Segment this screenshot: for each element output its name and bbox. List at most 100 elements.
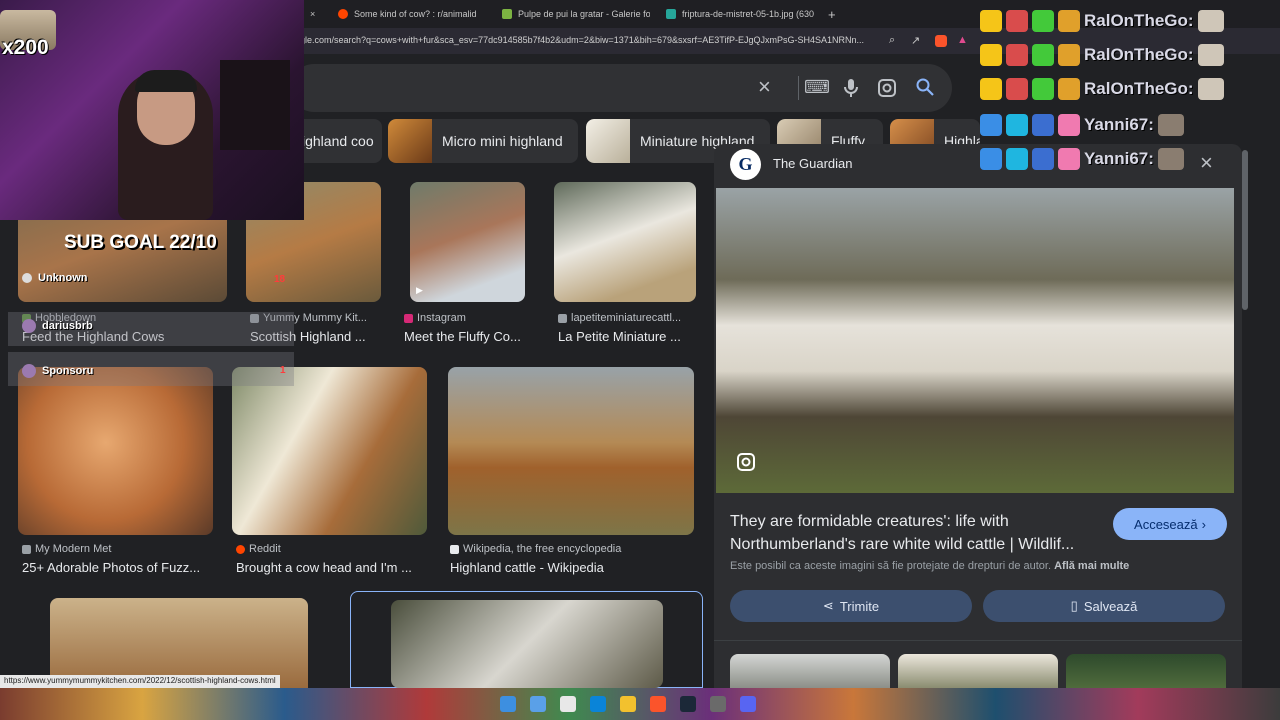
tab-reddit[interactable]: Some kind of cow? : r/animalid — [338, 4, 488, 24]
play-icon: ▶ — [416, 285, 423, 295]
multiplier-label: x200 — [2, 36, 49, 59]
discord-icon[interactable] — [740, 696, 756, 712]
badge-icon — [1006, 114, 1028, 136]
chat-message: Yanni67: — [980, 146, 1184, 172]
tab-friptura[interactable]: friptura-de-mistret-05-1b.jpg (630×4 — [666, 4, 814, 24]
learn-more-link[interactable]: Află mai multe — [1054, 560, 1129, 572]
chip-thumbnail — [586, 119, 630, 163]
preview-image[interactable] — [716, 188, 1234, 493]
gift-icon — [1058, 148, 1080, 170]
search-icon[interactable] — [916, 78, 934, 96]
lens-icon[interactable] — [736, 452, 756, 472]
result-source[interactable]: Instagram — [404, 312, 466, 324]
save-button[interactable]: ▯ Salvează — [983, 590, 1225, 622]
search-icon[interactable] — [530, 696, 546, 712]
badge-count: 1 — [280, 365, 286, 376]
avatar-emote — [1157, 114, 1184, 136]
image-icon — [666, 9, 676, 19]
visit-button[interactable]: Accesează › — [1113, 508, 1227, 540]
lens-icon[interactable] — [878, 79, 896, 97]
edge-icon[interactable] — [590, 696, 606, 712]
result-image[interactable] — [232, 367, 427, 535]
user-icon — [22, 273, 32, 283]
url-text[interactable]: gle.com/search?q=cows+with+fur&sca_esv=7… — [300, 35, 864, 45]
streamer-cap — [135, 70, 197, 92]
app-icon[interactable] — [710, 696, 726, 712]
scrollbar[interactable] — [1242, 150, 1248, 310]
result-image[interactable] — [18, 367, 213, 535]
bookmark-icon: ▯ — [1070, 598, 1078, 613]
result-source[interactable]: Reddit — [236, 543, 281, 555]
guardian-logo: G — [730, 149, 761, 180]
wikipedia-icon — [450, 544, 459, 554]
rewards-icon[interactable]: ▲ — [957, 34, 968, 46]
cat-emote — [1197, 78, 1224, 100]
selected-result[interactable] — [350, 591, 703, 688]
brave-shield-icon[interactable] — [935, 35, 947, 47]
close-tab-icon[interactable]: × — [310, 4, 315, 24]
emote-icon — [1006, 10, 1028, 32]
related-image[interactable] — [730, 654, 890, 688]
panel-title[interactable]: They are formidable creatures': life wit… — [730, 510, 1100, 556]
share-button[interactable]: ⋖ Trimite — [730, 590, 972, 622]
related-image[interactable] — [898, 654, 1058, 688]
result-image[interactable] — [554, 182, 696, 302]
brave-icon[interactable] — [650, 696, 666, 712]
badge-icon — [1058, 10, 1080, 32]
result-source[interactable]: lapetiteminiaturecattl... — [558, 312, 698, 324]
crown-icon — [980, 44, 1002, 66]
divider — [714, 640, 1242, 641]
sponsor-label: Sponsoru — [22, 364, 93, 378]
reddit-icon — [338, 9, 348, 19]
windows-start-icon[interactable] — [500, 696, 516, 712]
search-box[interactable]: × ⌨ — [290, 64, 952, 112]
share-icon[interactable]: ↗ — [911, 34, 920, 47]
mic-icon[interactable] — [843, 78, 859, 98]
new-tab-button[interactable]: + — [828, 4, 836, 24]
clear-icon[interactable]: × — [758, 74, 771, 100]
darius-label: dariusbrb — [22, 319, 93, 333]
panel-source[interactable]: The Guardian — [773, 156, 853, 171]
result-source[interactable]: Wikipedia, the free encyclopedia — [450, 543, 621, 555]
related-image[interactable] — [1066, 654, 1226, 688]
result-title[interactable]: Highland cattle - Wikipedia — [450, 560, 690, 575]
result-source[interactable]: My Modern Met — [22, 543, 111, 555]
cat-emote — [1197, 10, 1224, 32]
close-icon[interactable]: × — [1200, 150, 1213, 176]
result-title[interactable]: Brought a cow head and I'm ... — [236, 560, 428, 575]
sub-goal-text: SUB GOAL 22/10 — [64, 232, 217, 253]
sword-icon — [980, 148, 1002, 170]
cat-emote — [1197, 44, 1224, 66]
gift-icon — [1058, 114, 1080, 136]
badge-icon — [1058, 44, 1080, 66]
unknown-label: Unknown — [22, 272, 88, 284]
steam-icon[interactable] — [680, 696, 696, 712]
chat-message: RalOnTheGo: — [980, 42, 1224, 68]
result-image[interactable] — [391, 600, 663, 688]
task-view-icon[interactable] — [560, 696, 576, 712]
result-image[interactable]: ▶ — [410, 182, 525, 302]
result-title[interactable]: Meet the Fluffy Co... — [404, 329, 544, 344]
chip-micro-mini[interactable]: Micro mini highland — [388, 119, 578, 163]
tab-pulpe[interactable]: Pulpe de pui la gratar - Galerie foto ( — [502, 4, 650, 24]
share-icon: ⋖ — [822, 598, 834, 613]
result-image[interactable] — [448, 367, 694, 535]
keyboard-icon[interactable]: ⌨ — [804, 77, 830, 98]
badge-count: 18 — [274, 274, 286, 285]
preview-panel: G The Guardian × They are formidable cre… — [714, 144, 1242, 688]
result-title[interactable]: 25+ Adorable Photos of Fuzz... — [22, 560, 214, 575]
reddit-icon — [236, 544, 245, 554]
result-title[interactable]: La Petite Miniature ... — [558, 329, 698, 344]
zoom-icon[interactable]: ⌕ — [889, 34, 895, 47]
chat-message: RalOnTheGo: — [980, 76, 1224, 102]
folder-icon[interactable] — [620, 696, 636, 712]
chat-message: RalOnTheGo: — [980, 8, 1224, 34]
copyright-notice: Este posibil ca aceste imagini să fie pr… — [730, 560, 1130, 572]
crown-icon — [980, 10, 1002, 32]
avatar — [22, 364, 36, 378]
instagram-icon — [404, 313, 413, 323]
chip-thumbnail — [388, 119, 432, 163]
crown-icon — [980, 78, 1002, 100]
chat-message: Yanni67: — [980, 112, 1184, 138]
avatar — [22, 319, 36, 333]
